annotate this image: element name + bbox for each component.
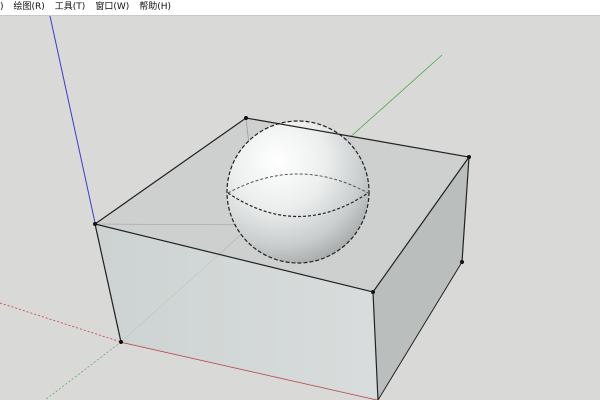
sphere[interactable] bbox=[226, 120, 370, 264]
vertex-point[interactable] bbox=[93, 222, 97, 226]
menu-item-window[interactable]: 窗口(W) bbox=[90, 0, 134, 15]
red-axis-dotted bbox=[0, 302, 122, 343]
vertex-point[interactable] bbox=[371, 290, 375, 294]
viewport-canvas[interactable] bbox=[0, 16, 600, 400]
menu-bar: ) 绘图(R) 工具(T) 窗口(W) 帮助(H) bbox=[0, 0, 600, 16]
menu-item-partial[interactable]: ) bbox=[0, 0, 9, 15]
menu-item-tools[interactable]: 工具(T) bbox=[50, 0, 91, 15]
vertex-point[interactable] bbox=[119, 340, 123, 344]
model-viewport[interactable] bbox=[0, 16, 600, 400]
vertex-point[interactable] bbox=[244, 116, 248, 120]
green-axis-dotted bbox=[44, 341, 122, 400]
vertex-point[interactable] bbox=[467, 155, 471, 159]
vertex-point[interactable] bbox=[460, 260, 464, 264]
menu-item-draw[interactable]: 绘图(R) bbox=[9, 0, 50, 15]
menu-item-help[interactable]: 帮助(H) bbox=[134, 0, 176, 15]
